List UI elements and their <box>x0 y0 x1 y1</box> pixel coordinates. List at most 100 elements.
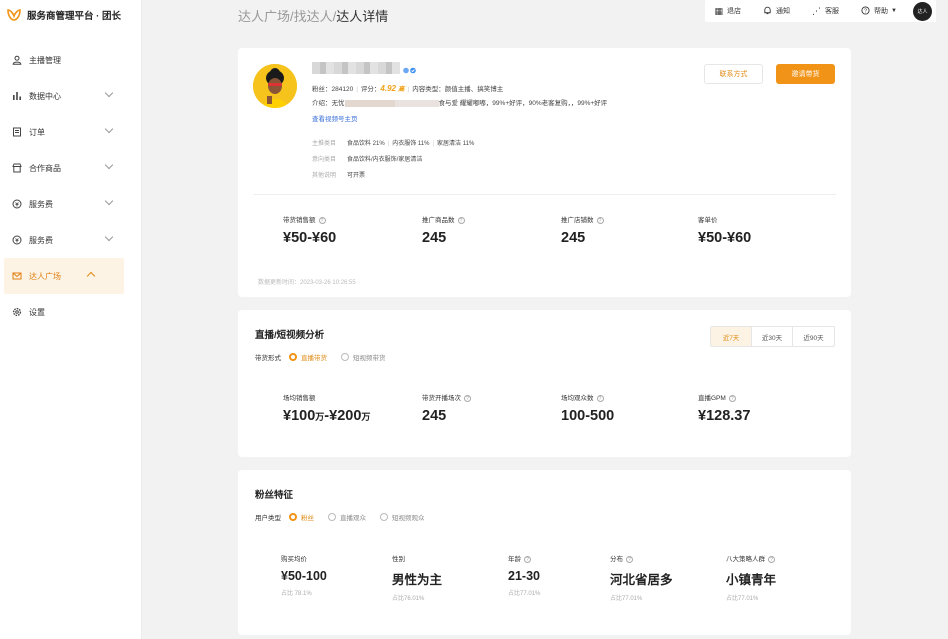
metric-value: ¥50-¥60 <box>283 230 337 246</box>
user-icon <box>12 55 22 65</box>
metric-label-text: 直播GPM <box>698 395 726 402</box>
date-range-tabs: 近7天 近30天 近90天 <box>710 326 835 347</box>
radio-live-viewers[interactable]: 直播观众 <box>328 512 366 522</box>
help-label: 帮助 <box>874 8 889 15</box>
content-type-value: 颜值主播、搞笑博主 <box>444 86 504 93</box>
radio-group-label: 用户类型 <box>255 515 281 522</box>
help-circle-icon[interactable]: ? <box>596 394 604 402</box>
sidebar-item-data-center[interactable]: 数据中心 <box>0 78 142 114</box>
tab-90-days[interactable]: 近90天 <box>793 327 834 346</box>
top-bar: 达人广场/找达人/达人详情 ▦ 退店 通知 ⋰ 客服 ? 帮助 ▼ 达人 <box>142 0 948 28</box>
metric-share: 占比 78.1% <box>281 591 312 597</box>
metric-label-text: 购买均价 <box>281 556 307 563</box>
intro-label: 介绍： <box>312 100 332 107</box>
app-logo[interactable]: 服务商管理平台 · 团长 <box>6 7 121 23</box>
sidebar-item-service-fee-2[interactable]: 服务费 <box>0 222 142 258</box>
view-channel-link[interactable]: 查看视频号主页 <box>312 113 358 123</box>
radio-video-sales[interactable]: 短视频带货 <box>341 352 386 362</box>
help-circle-icon[interactable]: ? <box>596 216 604 224</box>
sidebar-item-orders[interactable]: 订单 <box>0 114 142 150</box>
metric-label-text: 推广店铺数 <box>561 217 594 224</box>
radio-dot <box>289 353 297 361</box>
invite-button[interactable]: 邀请带货 <box>776 64 835 84</box>
chevron-down-icon <box>104 160 114 170</box>
help-button[interactable]: ? 帮助 ▼ <box>861 5 897 17</box>
help-circle-icon[interactable]: ? <box>524 555 531 563</box>
customer-service-button[interactable]: ⋰ 客服 <box>812 6 839 17</box>
sidebar-item-service-fee[interactable]: 服务费 <box>0 186 142 222</box>
radio-fans[interactable]: 粉丝 <box>289 512 314 522</box>
metric-value: 245 <box>422 408 447 424</box>
headset-icon: ⋰ <box>812 5 822 16</box>
sidebar-item-partner-products[interactable]: 合作商品 <box>0 150 142 186</box>
sidebar-item-label: 合作商品 <box>29 163 61 173</box>
radio-video-viewers[interactable]: 短视频观众 <box>380 512 425 522</box>
radio-dot <box>380 513 388 521</box>
tab-7-days[interactable]: 近7天 <box>711 327 752 346</box>
sidebar-item-talent-square[interactable]: 达人广场 <box>4 258 124 294</box>
metric-age: 年龄? 21-30 占比77.01% <box>508 553 540 597</box>
radio-label: 短视频观众 <box>392 515 425 522</box>
help-circle-icon[interactable]: ? <box>318 216 326 224</box>
metric-label: 带货开播场次? <box>422 392 471 402</box>
caret-down-icon: ▼ <box>891 8 897 14</box>
help-circle-icon[interactable]: ? <box>457 216 465 224</box>
sidebar-item-settings[interactable]: 设置 <box>0 294 142 330</box>
metric-label: 推广店铺数? <box>561 214 604 224</box>
metric-live-sessions: 带货开播场次? 245 <box>422 392 471 424</box>
toolbar: ▦ 退店 通知 ⋰ 客服 ? 帮助 ▼ 达人 <box>704 0 936 22</box>
coin-icon <box>12 199 22 209</box>
sidebar-item-anchor-management[interactable]: 主播管理 <box>0 42 142 78</box>
metric-label-text: 客单价 <box>698 217 718 224</box>
breadcrumb-find-talent[interactable]: 找达人 <box>294 9 333 24</box>
intent-category-value: 食品饮料/内衣服饰/家居清洁 <box>347 157 423 163</box>
contact-button[interactable]: 联系方式 <box>704 64 763 84</box>
chevron-down-icon <box>104 232 114 242</box>
value-part: ¥200 <box>329 408 362 424</box>
main-category-value: 内衣服饰 11% <box>392 141 430 147</box>
metric-share: 占比77.01% <box>610 596 643 602</box>
radio-group-label: 带货形式 <box>255 355 281 362</box>
radio-live-sales[interactable]: 直播带货 <box>289 352 327 362</box>
breadcrumb-talent-square[interactable]: 达人广场 <box>238 9 290 24</box>
user-avatar[interactable]: 达人 <box>913 1 932 21</box>
notice-button[interactable]: 通知 <box>763 6 790 17</box>
metric-label: 带货销售额? <box>283 214 336 224</box>
metric-label-text: 带货开播场次 <box>422 395 461 402</box>
document-icon <box>12 127 22 137</box>
radio-label: 短视频带货 <box>353 355 386 362</box>
metric-sales: 带货销售额? ¥50-¥60 <box>283 214 336 246</box>
category-info: 主推类目 食品饮料 21% | 内衣服饰 11% | 家居清洁 11% 意向类目 食品饮料/… <box>312 138 474 186</box>
help-circle-icon[interactable]: ? <box>626 555 633 563</box>
breadcrumb-current: 达人详情 <box>336 9 389 24</box>
metric-share: 占比77.01% <box>508 591 541 597</box>
divider: | <box>387 141 390 147</box>
help-circle-icon[interactable]: ? <box>728 394 736 402</box>
chevron-down-icon <box>104 196 114 206</box>
fans-label: 粉丝： <box>312 86 332 93</box>
metric-value: 245 <box>422 230 447 246</box>
score-unit: 高 <box>397 86 405 93</box>
score-value: 4.92 <box>380 84 396 93</box>
chevron-down-icon <box>104 88 114 98</box>
metric-value: 21-30 <box>508 569 540 583</box>
chevron-up-icon <box>86 271 96 281</box>
help-circle-icon[interactable]: ? <box>464 394 471 402</box>
intro-blurred <box>394 99 439 107</box>
notice-label: 通知 <box>776 8 791 15</box>
metric-label: 客单价 <box>698 214 751 224</box>
metric-label: 购买均价 <box>281 553 327 563</box>
metric-avg-price: 客单价 ¥50-¥60 <box>698 214 751 246</box>
bell-icon <box>763 6 772 17</box>
switch-shop-button[interactable]: ▦ 退店 <box>715 6 742 17</box>
metric-gender: 性别 男性为主 占比76.01% <box>392 553 442 602</box>
fan-features-card: 粉丝特征 用户类型 粉丝 直播观众 短视频观众 购买均价 ¥50-100 占比 … <box>238 470 851 635</box>
content-type-label: 内容类型： <box>412 86 445 93</box>
help-circle-icon[interactable]: ? <box>768 555 775 563</box>
metric-label-text: 年龄 <box>508 556 521 563</box>
metric-label: 八大策略人群? <box>726 553 776 563</box>
tab-30-days[interactable]: 近30天 <box>752 327 793 346</box>
metric-label: 场均观众数? <box>561 392 614 402</box>
divider: | <box>432 141 435 147</box>
metric-label-text: 性别 <box>392 556 405 563</box>
